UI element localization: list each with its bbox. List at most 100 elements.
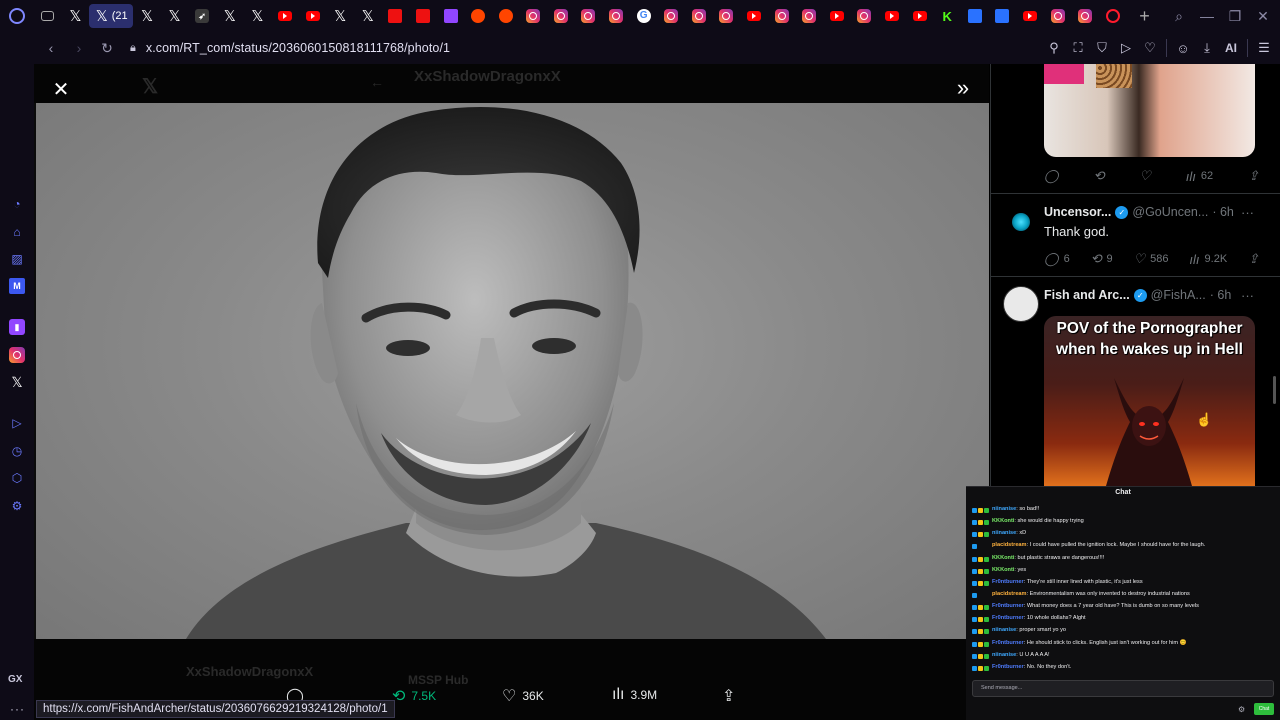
browser-tab[interactable] [740,4,768,28]
gx-cleaner-icon[interactable]: ⌂ [9,224,25,240]
chat-username[interactable]: Fr0ntburner [992,579,1024,585]
more-options-icon[interactable]: ··· [1241,288,1254,303]
browser-tab[interactable] [1099,4,1127,28]
more-options-icon[interactable]: ··· [1241,205,1254,220]
chat-username[interactable]: Fr0ntburner [992,603,1024,609]
reload-button[interactable]: ↻ [96,37,118,59]
author-handle[interactable]: @GoUncen... [1132,205,1208,219]
browser-tab[interactable]: 𝕏 [133,4,161,28]
browser-tab[interactable] [271,4,299,28]
browser-tab[interactable] [520,4,548,28]
game-icon[interactable]: ▨ [9,251,25,267]
twitch-icon[interactable]: ▮ [9,319,25,335]
chat-input[interactable]: Send message... [972,680,1274,697]
browser-tab[interactable]: 𝕏 (21 [89,4,134,28]
post-media-image[interactable] [1044,64,1255,157]
author-handle[interactable]: @FishA... [1151,288,1206,302]
browser-tab[interactable]: 𝕏 [244,4,272,28]
chat-username[interactable]: Fr0ntburner [992,640,1024,646]
browser-tab[interactable] [713,4,741,28]
close-window-icon[interactable]: ✕ [1256,8,1270,25]
chat-username[interactable]: niinanise [992,652,1016,658]
browser-tab[interactable] [851,4,879,28]
messenger-icon[interactable]: M [9,278,25,294]
browser-tab[interactable] [492,4,520,28]
heart-icon[interactable]: ♡ [1142,40,1158,56]
chat-username[interactable]: Fr0ntburner [992,615,1024,621]
chat-settings-icon[interactable]: ⚙ [1238,705,1245,714]
browser-tab[interactable] [657,4,685,28]
post-time[interactable]: · 6h [1212,205,1234,219]
browser-tab[interactable] [34,4,62,28]
browser-tab[interactable] [382,4,410,28]
chat-username[interactable]: placidstream [992,542,1027,548]
reply-icon[interactable]: ◯ [1044,168,1059,184]
player-icon[interactable]: ▷ [9,415,25,431]
browser-tab[interactable]: 𝕏 [161,4,189,28]
history-icon[interactable]: ◷ [9,443,25,459]
browser-tab[interactable] [989,4,1017,28]
chat-username[interactable]: niinanise [992,627,1016,633]
browser-tab[interactable] [547,4,575,28]
browser-tab[interactable] [795,4,823,28]
browser-tab[interactable] [961,4,989,28]
minimize-icon[interactable]: — [1200,8,1214,24]
browser-tab[interactable] [1016,4,1044,28]
expand-panel-button[interactable]: » [951,75,975,100]
gx-control-icon[interactable]: ◔ [9,196,25,212]
profile-icon[interactable]: ☺ [1175,41,1191,56]
heart-icon[interactable]: ♡ [1139,168,1151,184]
like-button[interactable]: ♡ 586 [1134,251,1169,267]
browser-tab[interactable]: K [933,4,961,28]
share-icon[interactable]: ⇪ [1248,251,1259,267]
retweet-action[interactable]: ⟲ 7.5K [392,686,436,706]
browser-tab[interactable] [906,4,934,28]
share-action[interactable]: ⇪ [722,686,735,706]
views-action[interactable]: ılı 3.9M [612,686,657,704]
extensions-icon[interactable]: ⬡ [9,470,25,486]
pin-icon[interactable]: ⚲ [1046,40,1062,56]
browser-tab[interactable] [1071,4,1099,28]
browser-tab[interactable] [575,4,603,28]
settings-icon[interactable]: ⚙ [9,498,25,514]
post-time[interactable]: · 6h [1210,288,1232,302]
browser-tab[interactable] [823,4,851,28]
retweet-icon[interactable]: ⟲ [1093,168,1104,184]
chat-username[interactable]: niinanise [992,530,1016,536]
x-icon[interactable]: 𝕏 [9,374,25,390]
browser-tab[interactable] [1044,4,1072,28]
timeline-scrollbar[interactable] [1273,376,1276,404]
avatar[interactable] [1003,204,1039,240]
browser-tab[interactable] [464,4,492,28]
chat-username[interactable]: KKKonti [992,518,1014,524]
browser-tab[interactable]: ➶ [188,4,216,28]
opera-menu-icon[interactable] [0,0,34,32]
author-name[interactable]: Uncensor... [1044,205,1111,219]
browser-tab[interactable] [409,4,437,28]
browser-tab[interactable]: 𝕏 [62,4,90,28]
snapshot-icon[interactable]: ⛶ [1070,40,1086,56]
new-tab-button[interactable]: + [1133,6,1157,27]
share-icon[interactable]: ⇪ [1248,168,1259,184]
author-name[interactable]: Fish and Arc... [1044,288,1130,302]
browser-tab[interactable] [685,4,713,28]
browser-tab[interactable]: G [630,4,658,28]
like-action[interactable]: ♡ 36K [502,686,544,706]
chat-send-button[interactable]: Chat [1254,703,1274,715]
chat-username[interactable]: placidstream [992,591,1027,597]
close-viewer-button[interactable]: ✕ [50,78,72,101]
main-photo[interactable] [36,103,989,639]
avatar[interactable] [1003,286,1039,322]
chat-username[interactable]: Fr0ntburner [992,664,1024,670]
browser-tab[interactable]: 𝕏 [326,4,354,28]
browser-tab[interactable] [299,4,327,28]
url-field[interactable]: x.com/RT_com/status/2036060150818111768/… [146,41,450,55]
browser-tab[interactable]: 𝕏 [216,4,244,28]
browser-tab[interactable]: 𝕏 [354,4,382,28]
more-icon[interactable]: ··· [10,702,25,716]
download-icon[interactable]: ⤓ [1199,40,1215,56]
shield-icon[interactable]: ⛉ [1094,40,1110,56]
maximize-icon[interactable]: ❐ [1228,8,1242,25]
browser-tab[interactable] [768,4,796,28]
lock-icon[interactable]: 🔒︎ [130,42,136,55]
